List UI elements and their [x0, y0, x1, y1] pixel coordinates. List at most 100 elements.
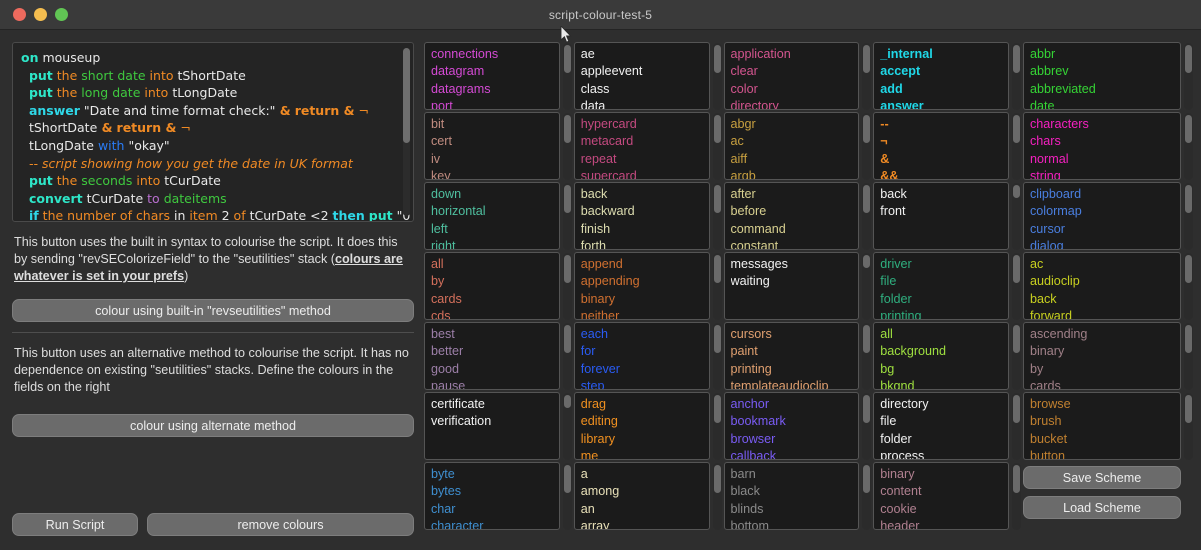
close-button[interactable] — [13, 8, 26, 21]
colour-word-list[interactable]: driver file folder printing — [873, 252, 1009, 320]
script-line: tLongDate with "okay" — [21, 137, 405, 155]
colour-word-list[interactable]: binary content cookie header — [873, 462, 1009, 530]
panel-scrollbar[interactable] — [562, 253, 572, 320]
panel-scrollbar[interactable] — [1012, 253, 1021, 320]
colour-word-list[interactable]: connections datagram datagrams port — [424, 42, 560, 110]
colour-word-list[interactable]: characters chars normal string — [1023, 112, 1181, 180]
panel-scrollbar[interactable] — [712, 253, 722, 320]
colour-word: binary — [580, 291, 616, 306]
panel-scrollbar[interactable] — [862, 43, 872, 110]
panel-scrollbar[interactable] — [712, 323, 722, 390]
colour-word-list[interactable]: certificate verification — [424, 392, 560, 460]
colour-word-list[interactable]: directory file folder process — [873, 392, 1009, 460]
panel-scrollbar[interactable] — [1184, 183, 1193, 250]
panel-scrollbar[interactable] — [562, 323, 572, 390]
script-token: mouseup — [38, 50, 101, 65]
maximize-button[interactable] — [55, 8, 68, 21]
colour-panel-group: binary content cookie header — [873, 462, 1021, 530]
colour-word-list[interactable]: down horizontal left right — [424, 182, 560, 250]
panel-scrollbar[interactable] — [562, 113, 572, 180]
panel-scrollbar[interactable] — [712, 463, 722, 530]
minimize-button[interactable] — [34, 8, 47, 21]
colour-word: cds — [431, 308, 451, 320]
script-scrollbar[interactable] — [403, 48, 410, 216]
colour-word-list[interactable]: hypercard metacard repeat supercard — [573, 112, 710, 180]
colour-word-list[interactable]: all background bg bkgnd — [873, 322, 1009, 390]
save-scheme-button[interactable]: Save Scheme — [1023, 466, 1181, 489]
run-script-button[interactable]: Run Script — [12, 513, 138, 536]
colour-word: printing — [730, 361, 772, 376]
panel-scrollbar[interactable] — [1012, 463, 1021, 530]
colour-builtin-button[interactable]: colour using built-in "revseutilities" m… — [12, 299, 414, 322]
colour-word: ¬ — [880, 134, 888, 149]
colour-word-list[interactable]: abbr abbrev abbreviated date — [1023, 42, 1181, 110]
colour-word: datagrams — [431, 81, 491, 96]
colour-word-list[interactable]: ascending binary by cards — [1023, 322, 1181, 390]
panel-scrollbar[interactable] — [562, 463, 572, 530]
colour-word-list[interactable]: _internal accept add answer — [873, 42, 1009, 110]
colour-word-list[interactable]: bit cert iv key — [424, 112, 560, 180]
colour-word: cards — [431, 291, 462, 306]
colour-word-list[interactable]: all by cards cds — [424, 252, 560, 320]
colour-word-list[interactable]: cursors paint printing templateaudioclip — [723, 322, 860, 390]
colour-word: connections — [431, 47, 499, 61]
colour-word: a — [580, 467, 588, 481]
panel-scrollbar[interactable] — [1184, 393, 1193, 460]
panel-scrollbar[interactable] — [862, 323, 872, 390]
panel-scrollbar[interactable] — [1012, 113, 1021, 180]
panel-scrollbar[interactable] — [1012, 183, 1021, 250]
panel-scrollbar[interactable] — [1184, 253, 1193, 320]
colour-word: abbreviated — [1030, 81, 1096, 96]
colour-word-list[interactable]: messages waiting — [723, 252, 860, 320]
script-editor[interactable]: on mouseup put the short date into tShor… — [12, 42, 414, 222]
panel-scrollbar[interactable] — [862, 113, 872, 180]
colour-word-list[interactable]: application clear color directory — [723, 42, 860, 110]
colour-alternate-button[interactable]: colour using alternate method — [12, 414, 414, 437]
panel-scrollbar[interactable] — [1012, 393, 1021, 460]
panel-scrollbar[interactable] — [862, 393, 872, 460]
panel-scrollbar[interactable] — [1184, 323, 1193, 390]
colour-word-list[interactable]: byte bytes char character — [424, 462, 560, 530]
panel-scrollbar[interactable] — [862, 183, 872, 250]
colour-word-list[interactable]: best better good pause — [424, 322, 560, 390]
colour-word-list[interactable]: after before command constant — [723, 182, 860, 250]
script-token — [21, 191, 29, 206]
colour-word-list[interactable]: drag editing library me — [573, 392, 710, 460]
colour-word-list[interactable]: a among an array — [573, 462, 710, 530]
colour-word-list[interactable]: barn black blinds bottom — [723, 462, 860, 530]
colour-word-list[interactable]: back backward finish forth — [573, 182, 710, 250]
colour-word-list[interactable]: clipboard colormap cursor dialog — [1023, 182, 1181, 250]
colour-word-list[interactable]: -- ¬ & && — [873, 112, 1009, 180]
remove-colours-button[interactable]: remove colours — [147, 513, 414, 536]
colour-columns-pane: connections datagram datagrams port bit cert i… — [424, 30, 1201, 550]
colour-word: good — [431, 361, 460, 376]
colour-word-list[interactable]: back front — [873, 182, 1009, 250]
load-scheme-button[interactable]: Load Scheme — [1023, 496, 1181, 519]
colour-word-list[interactable]: anchor bookmark browser callback — [723, 392, 860, 460]
panel-scrollbar[interactable] — [562, 43, 572, 110]
colour-word: certificate — [431, 397, 485, 411]
colour-word: bit — [431, 117, 445, 131]
colour-word-list[interactable]: ae appleevent class data — [573, 42, 710, 110]
panel-scrollbar[interactable] — [712, 113, 722, 180]
script-token: -- script showing how you get the date i… — [28, 155, 353, 171]
colour-word-list[interactable]: each for forever step — [573, 322, 710, 390]
panel-scrollbar[interactable] — [712, 393, 722, 460]
panel-scrollbar[interactable] — [562, 183, 572, 250]
panel-scrollbar[interactable] — [1012, 43, 1021, 110]
panel-scrollbar[interactable] — [862, 463, 872, 530]
panel-scrollbar[interactable] — [1184, 113, 1193, 180]
colour-word-list[interactable]: ac audioclip back forward — [1023, 252, 1181, 320]
colour-word-list[interactable]: browse brush bucket button — [1023, 392, 1181, 460]
colour-word: audioclip — [1030, 274, 1080, 289]
panel-scrollbar[interactable] — [1184, 43, 1193, 110]
colour-word: ascending — [1030, 327, 1088, 341]
colour-word-list[interactable]: append appending binary neither — [573, 252, 710, 320]
panel-scrollbar[interactable] — [1012, 323, 1021, 390]
panel-scrollbar[interactable] — [712, 43, 722, 110]
panel-scrollbar[interactable] — [862, 253, 872, 320]
panel-scrollbar[interactable] — [712, 183, 722, 250]
colour-word-list[interactable]: abgr ac aiff argb — [723, 112, 860, 180]
script-token: & — [161, 120, 177, 136]
panel-scrollbar[interactable] — [562, 393, 572, 460]
